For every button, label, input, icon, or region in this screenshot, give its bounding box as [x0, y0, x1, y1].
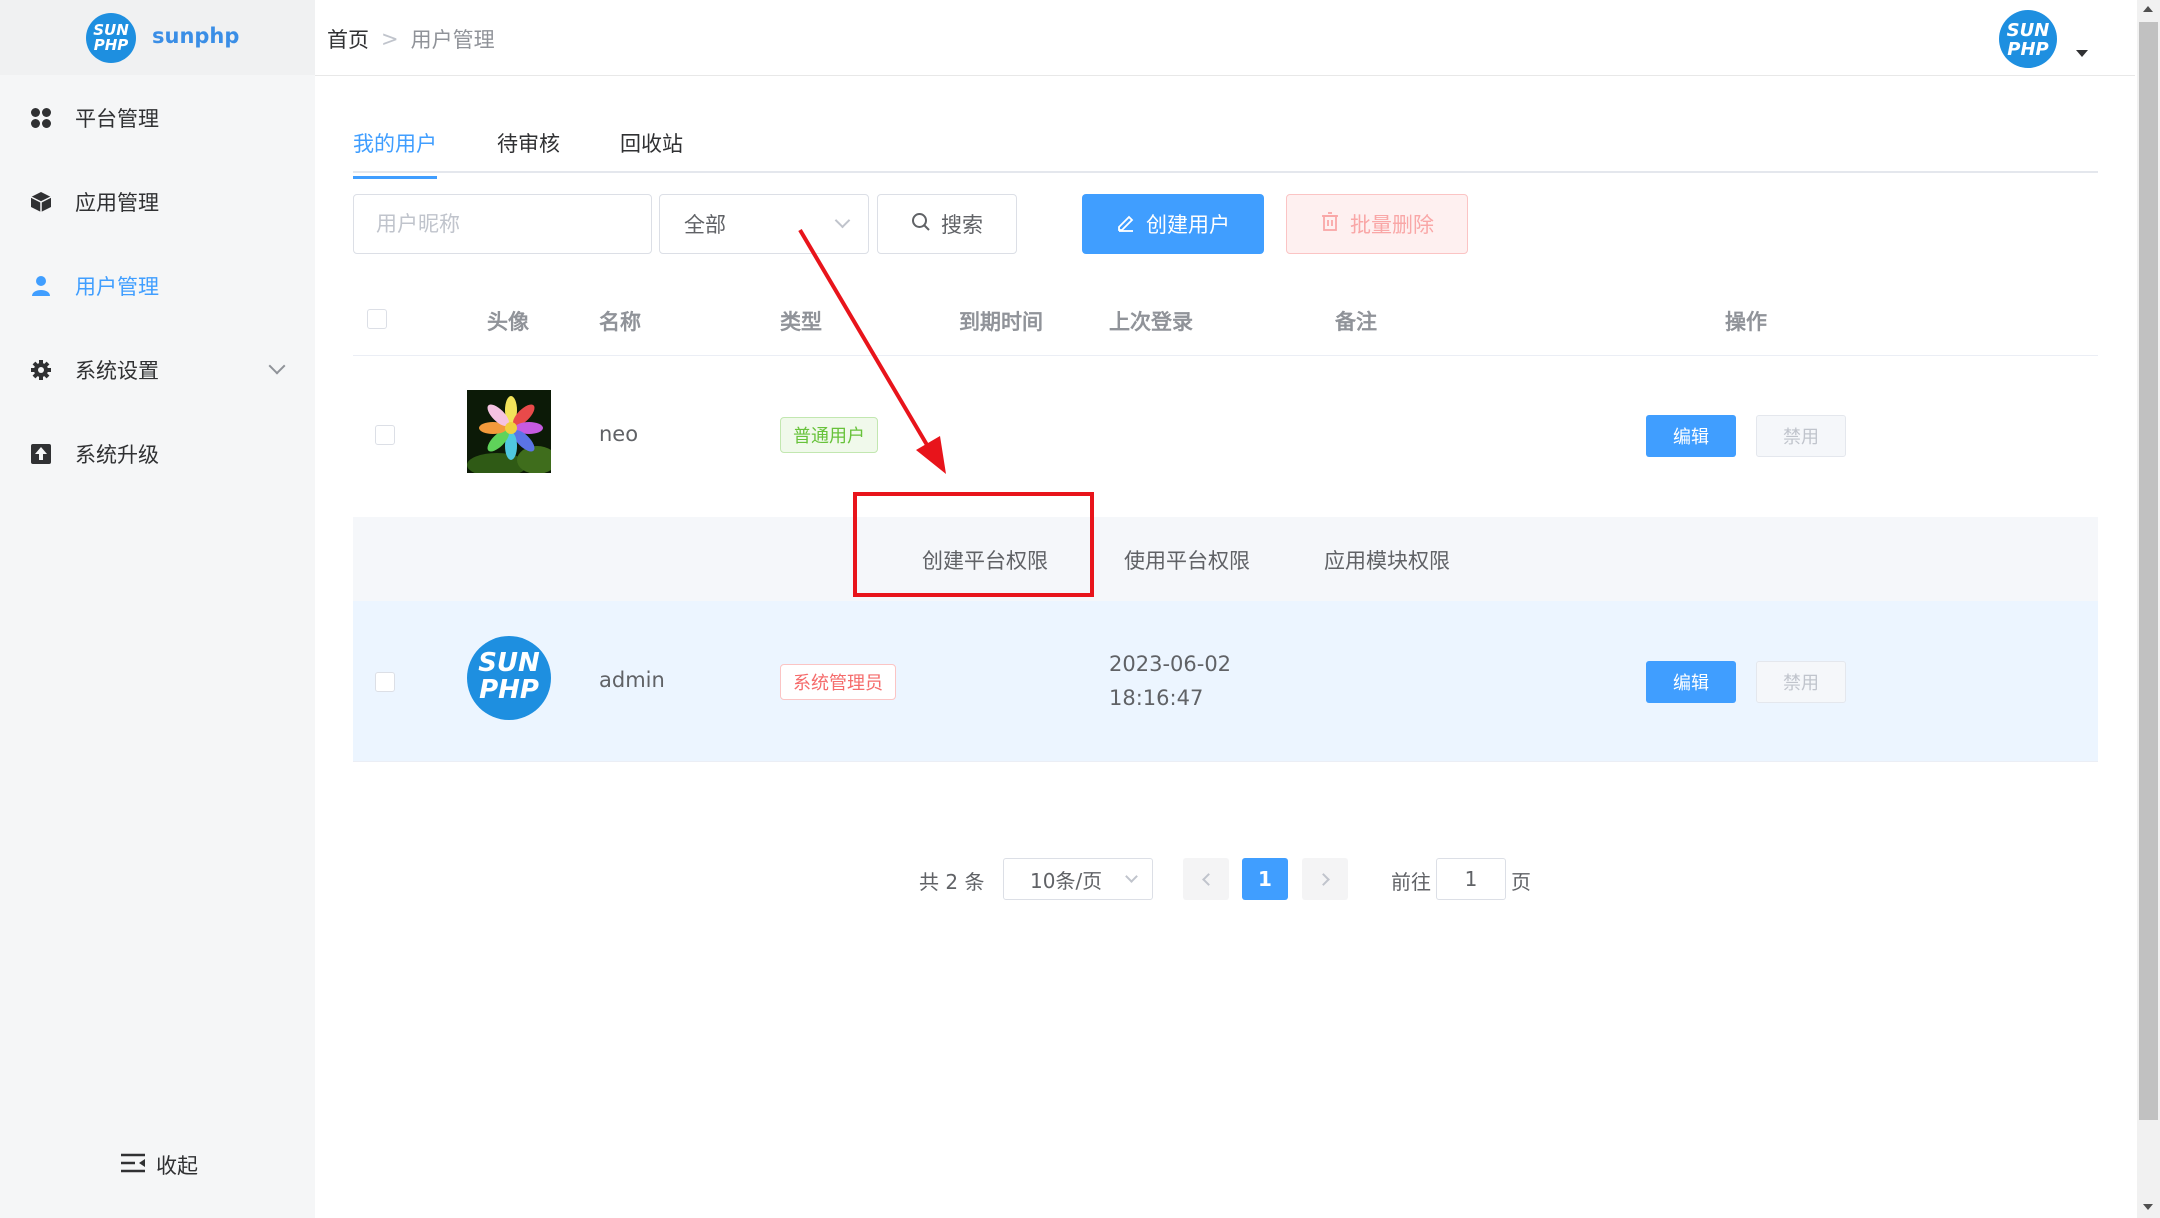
prev-page-button[interactable]: [1183, 858, 1229, 900]
annotation-arrow-line: [798, 228, 932, 452]
goto-label: 前往: [1391, 870, 1431, 894]
goto-page-input[interactable]: [1436, 858, 1506, 900]
annotation-arrow-head: [916, 436, 946, 474]
page-size-select[interactable]: 10条/页: [1003, 858, 1153, 900]
chevron-left-icon: [1201, 872, 1215, 886]
page-size-value: 10条/页: [1030, 868, 1103, 893]
page-suffix: 页: [1511, 870, 1531, 894]
app-root: SUN PHP sunphp 平台管理 应用管理 用户管理 系统设置 系统升级 …: [0, 0, 2160, 1218]
chevron-down-icon: [1125, 870, 1138, 883]
next-page-button[interactable]: [1302, 858, 1348, 900]
annotation-arrow-overlay: [798, 228, 946, 474]
annotation-highlight-box: [853, 492, 1094, 597]
page-number-current[interactable]: 1: [1242, 858, 1288, 900]
chevron-right-icon: [1316, 872, 1330, 886]
pagination-total: 共 2 条: [919, 870, 985, 894]
